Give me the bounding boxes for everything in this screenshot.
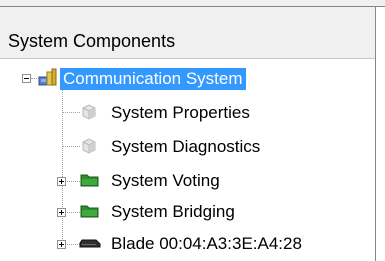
tree-node-system-diagnostics[interactable]: System Diagnostics: [111, 134, 260, 160]
tree-node-blade[interactable]: Blade 00:04:A3:3E:A4:28: [111, 231, 302, 257]
tree-connector-line: [67, 181, 80, 182]
properties-icon: [82, 104, 96, 120]
tree-node-system-properties[interactable]: System Properties: [111, 100, 250, 126]
tree-node-system-bridging[interactable]: System Bridging: [111, 199, 235, 225]
expand-toggle-system-bridging[interactable]: [57, 208, 66, 217]
top-border: [0, 0, 385, 7]
tree-connector-line: [62, 112, 80, 113]
tree-node-label: Communication System: [60, 68, 246, 90]
expand-toggle-blade[interactable]: [57, 240, 66, 249]
folder-icon: [80, 174, 99, 187]
folder-icon: [80, 205, 99, 218]
tree-connector-line: [62, 146, 80, 147]
tree-node-system-voting[interactable]: System Voting: [111, 168, 220, 194]
tree-node-communication-system[interactable]: Communication System: [60, 66, 246, 92]
communication-system-icon: [38, 68, 57, 86]
tree-node-label: System Diagnostics: [111, 137, 261, 156]
panel-title: System Components: [8, 31, 176, 51]
tree-node-label: Blade 00:04:A3:3E:A4:28: [111, 234, 302, 253]
expand-toggle-system-voting[interactable]: [57, 177, 66, 186]
tree-node-label: System Bridging: [111, 202, 235, 221]
tree-node-label: System Voting: [111, 171, 220, 190]
collapse-toggle-communication-system[interactable]: [22, 74, 31, 83]
tree-node-label: System Properties: [111, 103, 250, 122]
system-components-window: System Components Communication System S…: [0, 0, 385, 261]
blade-icon: [79, 239, 101, 248]
tree-connector-line: [62, 85, 63, 245]
diagnostics-icon: [82, 138, 96, 154]
tree-connector-line: [67, 212, 80, 213]
components-tree[interactable]: Communication System System Properties S…: [0, 59, 375, 261]
